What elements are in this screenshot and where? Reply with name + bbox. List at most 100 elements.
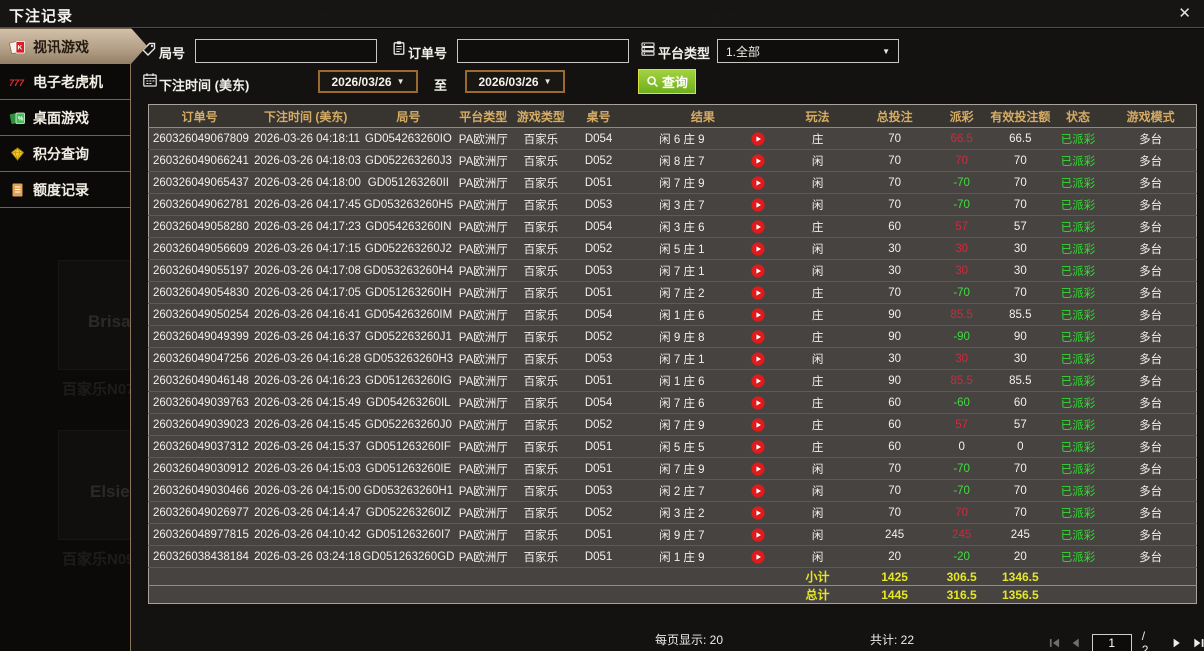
play-video-icon[interactable] <box>751 175 765 190</box>
cell-total-bet: 245 <box>884 528 905 541</box>
cell-status: 已派彩 <box>1060 463 1096 476</box>
cell-valid-bet: 0 <box>1017 440 1024 453</box>
order-number-input[interactable] <box>457 39 629 63</box>
play-video-icon[interactable] <box>751 549 765 564</box>
cell-platform-type: PA欧洲厅 <box>458 551 508 564</box>
cell-status: 已派彩 <box>1060 155 1096 168</box>
cell-round-number: GD054263260IO <box>364 132 452 145</box>
cell-round-number: GD052263260J2 <box>364 242 452 255</box>
play-video-icon[interactable] <box>751 285 765 300</box>
table-row: 260326049050254 2026-03-26 04:16:41 GD05… <box>148 304 1197 326</box>
play-video-icon[interactable] <box>751 483 765 498</box>
main-panel: 局号 订单号 平台类型 1.全部 ▼ 下注时间 (美东) 2026/03/26 … <box>131 29 1204 651</box>
grand-total-payout: 316.5 <box>946 587 977 602</box>
cell-platform-type: PA欧洲厅 <box>458 507 508 520</box>
cell-valid-bet: 245 <box>1010 528 1030 541</box>
play-video-icon[interactable] <box>751 241 765 256</box>
document-icon <box>12 183 23 196</box>
cell-table-number: D051 <box>584 550 613 563</box>
play-video-icon[interactable] <box>751 527 765 542</box>
play-video-icon[interactable] <box>751 131 765 146</box>
cell-table-number: D051 <box>584 528 613 541</box>
cell-round-number: GD052263260IZ <box>365 506 451 519</box>
cell-game-mode: 多台 <box>1139 375 1163 388</box>
cell-valid-bet: 70 <box>1013 154 1027 167</box>
cell-game-type: 百家乐 <box>523 177 559 190</box>
cell-status: 已派彩 <box>1060 353 1096 366</box>
cell-play-method: 庄 <box>811 397 824 410</box>
play-video-icon[interactable] <box>751 307 765 322</box>
cell-result: 闲 1 庄 6 <box>659 309 705 322</box>
backdrop-label: 百家乐N07 <box>62 381 135 398</box>
cell-valid-bet: 57 <box>1013 418 1027 431</box>
play-video-icon[interactable] <box>751 373 765 388</box>
pager-controls: / 2 <box>1049 629 1204 651</box>
first-page-icon[interactable] <box>1049 637 1060 649</box>
sidebar-item-live-games[interactable]: K 视讯游戏 <box>0 28 147 64</box>
grand-total-valid: 1356.5 <box>1001 587 1039 602</box>
cell-payout: -20 <box>953 550 970 563</box>
prev-page-icon[interactable] <box>1070 637 1081 649</box>
cell-video <box>737 348 779 370</box>
cell-total-bet: 70 <box>888 176 901 189</box>
cell-play-method: 闲 <box>811 243 824 256</box>
sidebar-item-table-games[interactable]: % 桌面游戏 <box>0 100 130 136</box>
query-button[interactable]: 查询 <box>638 69 696 94</box>
play-video-icon[interactable] <box>751 505 765 520</box>
play-video-icon[interactable] <box>751 439 765 454</box>
sidebar-item-slots[interactable]: 777 电子老虎机 <box>0 64 130 100</box>
cell-order-id: 260326049047256 <box>153 352 249 365</box>
cell-game-type: 百家乐 <box>523 485 559 498</box>
round-number-input[interactable] <box>195 39 377 63</box>
col-status: 状态 <box>1050 104 1106 128</box>
cell-game-mode: 多台 <box>1139 287 1163 300</box>
sidebar-item-points-query[interactable]: 积分查询 <box>0 136 130 172</box>
cell-video <box>737 546 779 568</box>
cell-platform-type: PA欧洲厅 <box>458 309 508 322</box>
cell-payout: -70 <box>953 484 970 497</box>
date-from-select[interactable]: 2026/03/26 ▼ <box>318 70 418 93</box>
platform-type-select[interactable]: 1.全部 ▼ <box>717 39 899 63</box>
subtotal-valid: 1346.5 <box>1001 569 1039 584</box>
last-page-icon[interactable] <box>1193 637 1204 649</box>
cell-total-bet: 90 <box>888 330 901 343</box>
date-from-value: 2026/03/26 <box>331 74 392 89</box>
cell-game-mode: 多台 <box>1139 177 1163 190</box>
cell-total-bet: 70 <box>888 286 901 299</box>
cell-video <box>737 414 779 436</box>
cell-status: 已派彩 <box>1060 529 1096 542</box>
close-icon[interactable]: ✕ <box>1178 5 1191 23</box>
cell-status: 已派彩 <box>1060 133 1096 146</box>
col-bet: 总投注 <box>855 104 934 128</box>
play-video-icon[interactable] <box>751 219 765 234</box>
play-video-icon[interactable] <box>751 329 765 344</box>
cell-game-mode: 多台 <box>1139 133 1163 146</box>
play-video-icon[interactable] <box>751 351 765 366</box>
cell-video <box>737 480 779 502</box>
play-video-icon[interactable] <box>751 417 765 432</box>
cell-result: 闲 7 庄 9 <box>659 463 705 476</box>
next-page-icon[interactable] <box>1171 637 1182 649</box>
sidebar-item-quota-records[interactable]: 额度记录 <box>0 172 130 208</box>
page-number-input[interactable] <box>1091 634 1132 651</box>
play-video-icon[interactable] <box>751 197 765 212</box>
play-video-icon[interactable] <box>751 263 765 278</box>
cell-platform-type: PA欧洲厅 <box>458 331 508 344</box>
cell-bet-time: 2026-03-26 04:17:23 <box>254 220 361 233</box>
play-video-icon[interactable] <box>751 395 765 410</box>
cell-valid-bet: 90 <box>1013 330 1027 343</box>
chevron-down-icon: ▼ <box>396 77 405 86</box>
cell-game-type: 百家乐 <box>523 331 559 344</box>
cell-result: 闲 7 庄 1 <box>659 353 705 366</box>
cell-valid-bet: 66.5 <box>1009 132 1032 145</box>
cell-video <box>737 282 779 304</box>
table-row: 260326049039023 2026-03-26 04:15:45 GD05… <box>148 414 1197 436</box>
per-page-label: 每页显示: 20 <box>655 633 724 647</box>
cell-status: 已派彩 <box>1060 309 1096 322</box>
date-to-separator: 至 <box>434 78 448 93</box>
cell-total-bet: 60 <box>888 418 901 431</box>
play-video-icon[interactable] <box>751 461 765 476</box>
bet-records-table: 订单号 下注时间 (美东) 局号 平台类型 游戏类型 桌号 结果 玩法 总投注 … <box>148 104 1197 604</box>
play-video-icon[interactable] <box>751 153 765 168</box>
date-to-select[interactable]: 2026/03/26 ▼ <box>465 70 565 93</box>
